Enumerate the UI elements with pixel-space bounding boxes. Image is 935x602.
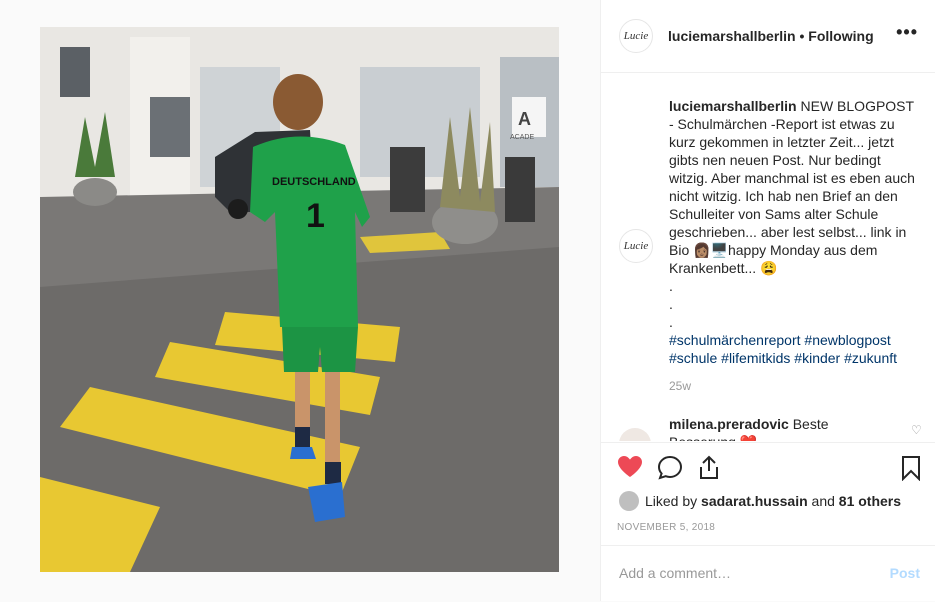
post-view: A ACADE DEUTSCHLAND 1 Lucie luciemarshal…	[0, 0, 935, 601]
likes-conjunction: and	[811, 493, 835, 509]
follow-separator: •	[799, 28, 805, 44]
hashtag-link[interactable]: #kinder	[794, 350, 840, 366]
comment-icon[interactable]	[657, 455, 683, 481]
post-sidebar: Lucie luciemarshallberlin • Following ••…	[600, 0, 935, 601]
hashtag-link[interactable]: #zukunft	[844, 350, 897, 366]
caption-text: NEW BLOGPOST - Schulmärchen -Report ist …	[669, 98, 919, 276]
photo-illustration: A ACADE DEUTSCHLAND 1	[40, 27, 559, 572]
bookmark-icon[interactable]	[901, 455, 921, 481]
add-comment-input[interactable]	[617, 564, 871, 582]
follow-status-button[interactable]: Following	[808, 28, 873, 44]
likes-prefix: Liked by	[645, 493, 698, 509]
caption-timestamp[interactable]: 25w	[669, 379, 691, 393]
caption-dot-3: .	[669, 314, 673, 330]
caption-username[interactable]: luciemarshallberlin	[669, 98, 797, 114]
jersey-number: 1	[306, 197, 325, 235]
svg-text:A: A	[518, 109, 531, 129]
comments-section: Lucie luciemarshallberlin NEW BLOGPOST -…	[601, 73, 935, 441]
comment: milena.preradovic Beste Besserung ❤️	[669, 415, 899, 441]
share-icon[interactable]	[697, 455, 721, 481]
hashtag-link[interactable]: #schulmärchenreport	[669, 332, 801, 348]
post-photo[interactable]: A ACADE DEUTSCHLAND 1	[40, 27, 559, 572]
post-header: Lucie luciemarshallberlin • Following ••…	[601, 0, 935, 73]
account-username[interactable]: luciemarshallberlin	[668, 28, 796, 44]
comment-username[interactable]: milena.preradovic	[669, 416, 789, 432]
avatar-text: Lucie	[623, 30, 649, 42]
caption-dot-1: .	[669, 278, 673, 294]
hashtag-link[interactable]: #schule	[669, 350, 717, 366]
action-bar	[601, 442, 935, 497]
comment-like-icon[interactable]: ♡	[911, 423, 922, 437]
jersey-text: DEUTSCHLAND	[272, 176, 356, 188]
media-area: A ACADE DEUTSCHLAND 1	[0, 0, 600, 601]
post-comment-button[interactable]: Post	[890, 565, 920, 581]
likes-summary: Liked by sadarat.hussain and 81 others	[645, 493, 901, 509]
like-heart-icon[interactable]	[617, 455, 643, 479]
hashtags: #schulmärchenreport #newblogpost #schule…	[669, 331, 921, 367]
caption-avatar[interactable]: Lucie	[619, 229, 653, 263]
header-user-line: luciemarshallberlin • Following	[668, 28, 874, 44]
caption-dot-2: .	[669, 296, 673, 312]
hashtag-link[interactable]: #lifemitkids	[721, 350, 790, 366]
add-comment-bar: Post	[601, 545, 935, 602]
liker-username[interactable]: sadarat.hussain	[701, 493, 808, 509]
hashtag-link[interactable]: #newblogpost	[804, 332, 890, 348]
liker-avatar[interactable]	[619, 491, 639, 511]
commenter-avatar[interactable]	[619, 428, 651, 441]
likes-others-link[interactable]: 81 others	[839, 493, 901, 509]
caption: luciemarshallberlin NEW BLOGPOST - Schul…	[669, 97, 921, 367]
more-options-icon[interactable]: •••	[896, 22, 918, 43]
account-avatar[interactable]: Lucie	[619, 19, 653, 53]
sign-text: ACADE	[510, 134, 534, 141]
caption-avatar-text: Lucie	[623, 240, 649, 252]
post-date[interactable]: NOVEMBER 5, 2018	[617, 522, 715, 533]
